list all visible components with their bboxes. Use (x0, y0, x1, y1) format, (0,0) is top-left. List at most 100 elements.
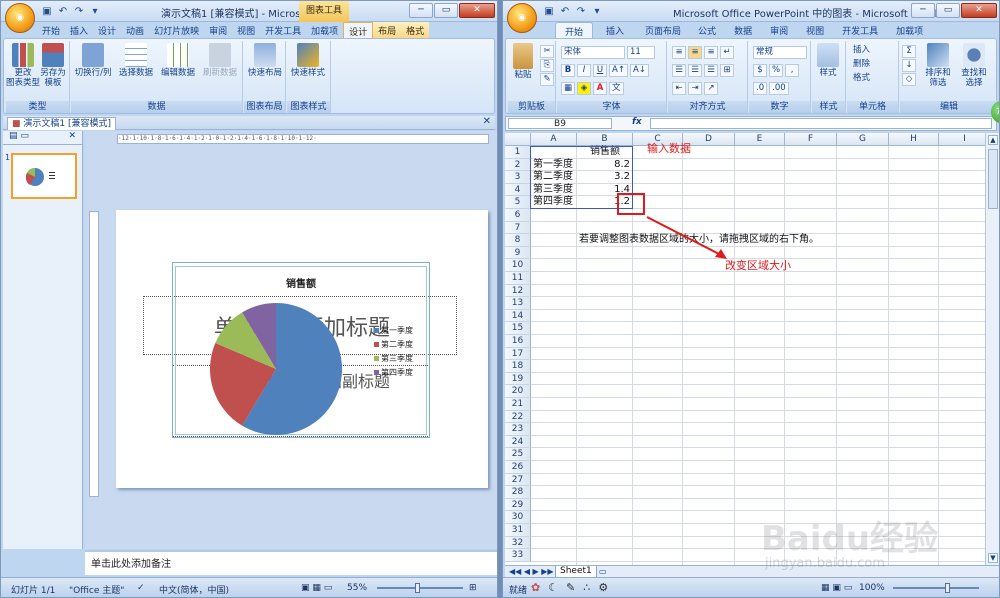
border-icon[interactable]: ▦ (561, 81, 576, 95)
column-header-f[interactable]: F (785, 133, 837, 146)
comma-icon[interactable]: , (785, 63, 800, 77)
row-header-32[interactable]: 32 (505, 536, 531, 550)
grow-font-icon[interactable]: A↑ (609, 63, 628, 77)
save-as-template-button[interactable]: 另存为 模板 (36, 43, 70, 88)
number-format-select[interactable]: 常规 (753, 45, 807, 59)
tab-data[interactable]: 数据 (725, 22, 761, 38)
row-header-10[interactable]: 10 (505, 259, 531, 272)
increase-indent-icon[interactable]: ⇥ (688, 81, 702, 95)
percent-icon[interactable]: % (769, 63, 784, 77)
tab-home[interactable]: 开始 (555, 22, 594, 38)
row-header-5[interactable]: 5 (505, 196, 531, 209)
tab-design[interactable]: 设计 (93, 22, 121, 38)
document-tab[interactable]: ■ 演示文稿1 [兼容模式] (7, 117, 116, 130)
change-chart-type-button[interactable]: 更改 图表类型 (6, 43, 40, 88)
decrease-decimal-icon[interactable]: .00 (769, 81, 789, 95)
edit-data-button[interactable]: 编辑数据 (159, 43, 197, 78)
font-size-select[interactable]: 11 (627, 45, 655, 59)
align-right-icon[interactable]: ☰ (704, 63, 718, 77)
clear-icon[interactable]: ◇ (902, 73, 916, 86)
tab-review[interactable]: 审阅 (204, 22, 232, 38)
notes-pane[interactable]: 单击此处添加备注 (85, 550, 497, 575)
insert-function-icon[interactable]: fx (632, 117, 642, 127)
office-button[interactable]: ◉ (5, 3, 35, 33)
fit-window-icon[interactable]: ⊞ (469, 583, 477, 593)
minimize-icon[interactable]: ─ (409, 3, 433, 18)
underline-icon[interactable]: U (593, 63, 607, 77)
column-header-a[interactable]: A (531, 133, 577, 146)
sheet-nav-icon[interactable]: ◀◀ ◀ ▶ ▶▶ (509, 567, 554, 576)
tab-view[interactable]: 视图 (232, 22, 260, 38)
row-header-18[interactable]: 18 (505, 360, 531, 373)
row-header-28[interactable]: 28 (505, 486, 531, 499)
row-header-17[interactable]: 17 (505, 347, 531, 361)
office-button[interactable]: ◉ (507, 3, 537, 33)
redo-icon[interactable]: ↷ (575, 6, 587, 17)
row-header-26[interactable]: 26 (505, 461, 531, 474)
select-data-button[interactable]: 选择数据 (117, 43, 155, 78)
tab-chart-design[interactable]: 设计 (343, 22, 374, 38)
row-header-9[interactable]: 9 (505, 246, 531, 260)
row-header-15[interactable]: 15 (505, 322, 531, 335)
tab-developer[interactable]: 开发工具 (260, 22, 306, 38)
row-header-13[interactable]: 13 (505, 297, 531, 310)
row-header-31[interactable]: 31 (505, 524, 531, 537)
tab-insert[interactable]: 插入 (593, 22, 637, 38)
row-header-3[interactable]: 3 (505, 171, 531, 184)
tab-formulas[interactable]: 公式 (689, 22, 725, 38)
zoom-slider-knob[interactable] (414, 583, 420, 593)
format-painter-icon[interactable]: ✎ (540, 73, 554, 86)
maximize-icon[interactable]: ▭ (434, 3, 458, 18)
fill-icon[interactable]: ↓ (902, 59, 916, 72)
view-buttons[interactable]: ▣ ▦ ▭ (301, 583, 332, 593)
row-header-1[interactable]: 1 (505, 146, 531, 159)
close-document-icon[interactable]: ✕ (483, 116, 491, 127)
column-header-b[interactable]: B (577, 133, 633, 146)
tab-developer[interactable]: 开发工具 (833, 22, 887, 38)
row-header-21[interactable]: 21 (505, 398, 531, 411)
zoom-slider-track[interactable] (377, 587, 463, 589)
column-header-e[interactable]: E (735, 133, 785, 146)
tab-review[interactable]: 审阅 (761, 22, 797, 38)
currency-icon[interactable]: $ (753, 63, 767, 77)
tab-chart-layout[interactable]: 布局 (373, 22, 402, 38)
zoom-level[interactable]: 100% (859, 583, 885, 593)
select-all-corner[interactable] (505, 133, 531, 146)
tab-page-layout[interactable]: 页面布局 (637, 22, 689, 38)
row-header-23[interactable]: 23 (505, 423, 531, 436)
quick-layout-button[interactable]: 快速布局 (248, 43, 282, 78)
dots-icon[interactable]: ∴ (583, 581, 590, 594)
column-header-h[interactable]: H (889, 133, 939, 146)
row-header-14[interactable]: 14 (505, 309, 531, 323)
spellcheck-icon[interactable]: ✓ (137, 583, 145, 593)
scroll-thumb[interactable] (988, 149, 998, 209)
row-header-4[interactable]: 4 (505, 183, 531, 197)
tab-addins[interactable]: 加载项 (887, 22, 932, 38)
row-header-24[interactable]: 24 (505, 435, 531, 449)
slide-thumbnail[interactable] (11, 153, 77, 199)
bold-icon[interactable]: B (561, 63, 575, 77)
row-header-11[interactable]: 11 (505, 272, 531, 285)
close-icon[interactable]: ✕ (961, 3, 997, 18)
tab-chart-format[interactable]: 格式 (401, 22, 430, 38)
row-header-27[interactable]: 27 (505, 473, 531, 487)
slide-canvas[interactable]: 单击此处添加标题 单击此处添加副标题 销售额 第一季度第二季度第三季度第四季度 (116, 210, 488, 488)
settings-icon[interactable]: ⚙ (598, 581, 608, 594)
close-panel-icon[interactable]: ✕ (68, 131, 76, 141)
scroll-down-icon[interactable]: ▼ (988, 553, 998, 563)
insert-cells-button[interactable]: 插入 (851, 45, 872, 58)
orientation-icon[interactable]: ↗ (704, 81, 718, 95)
outline-slides-tabs[interactable]: ▤ ▭ ✕ (3, 131, 82, 145)
save-icon[interactable]: ▣ (543, 6, 555, 17)
italic-icon[interactable]: I (577, 63, 591, 77)
align-top-icon[interactable]: ≡ (672, 45, 686, 59)
paste-button[interactable]: 粘贴 (508, 43, 538, 80)
save-icon[interactable]: ▣ (41, 6, 53, 17)
vertical-scrollbar[interactable]: ▲ ▼ (985, 133, 999, 565)
chevron-down-icon[interactable]: ▾ (89, 6, 101, 17)
close-icon[interactable]: ✕ (459, 3, 495, 18)
row-header-29[interactable]: 29 (505, 498, 531, 512)
column-header-g[interactable]: G (837, 133, 889, 146)
align-middle-icon[interactable]: ≡ (688, 45, 702, 59)
formula-input[interactable] (650, 118, 992, 129)
